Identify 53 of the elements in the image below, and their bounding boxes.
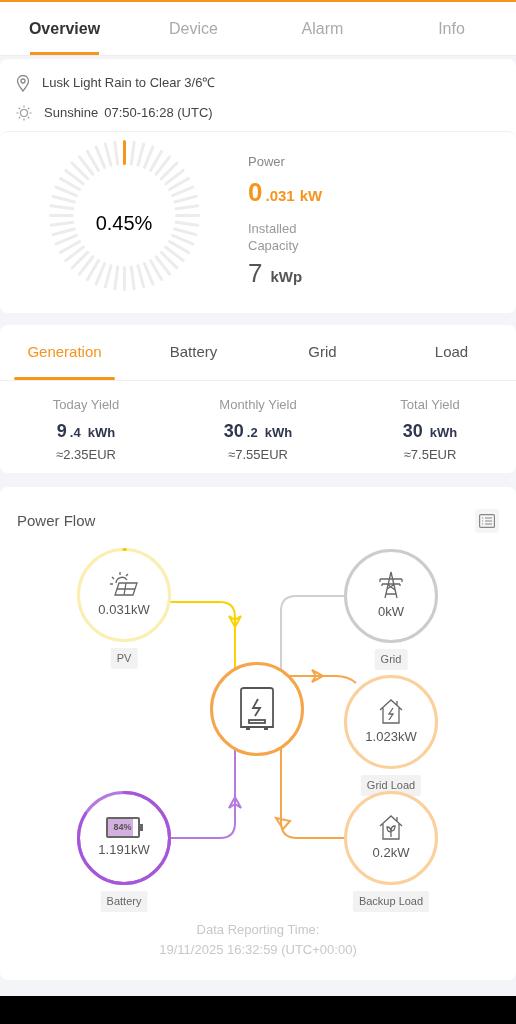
tab[interactable]: Battery xyxy=(129,325,258,380)
yield-value: 9 xyxy=(56,419,67,443)
power-label: Power xyxy=(248,152,286,171)
node-label: Backup Load xyxy=(352,891,430,912)
sunshine-label: Sunshine xyxy=(44,104,99,123)
yield-value: 30 xyxy=(402,419,423,443)
yield-unit: kWh xyxy=(87,423,116,442)
capacity-label: Installed Capacity xyxy=(248,220,300,255)
location-pin-icon xyxy=(16,74,30,92)
yield-value: 30 xyxy=(223,419,244,443)
sun-solar-panel-icon xyxy=(108,570,140,599)
power-unit: kW xyxy=(299,186,323,207)
house-bolt-icon xyxy=(377,697,405,726)
power-reading: 0kW xyxy=(378,603,404,622)
power-reading: 1.191kW xyxy=(98,840,150,859)
weather-text: Lusk Light Rain to Clear 3/6℃ xyxy=(42,74,216,93)
yield-decimal: .2 xyxy=(246,423,258,442)
tab[interactable]: Load xyxy=(387,325,516,380)
tab[interactable]: Overview xyxy=(0,2,129,55)
power-pylon-icon xyxy=(376,570,406,601)
power-reading: 0.2kW xyxy=(372,844,410,863)
yield-label: Monthly Yield xyxy=(219,396,297,414)
power-value: 0 xyxy=(248,176,263,210)
yield-decimal: .4 xyxy=(69,423,81,442)
yield-money: ≈7.5EUR xyxy=(403,445,457,464)
tab[interactable]: Grid xyxy=(258,325,387,380)
sunshine-time: 07:50-16:28 (UTC) xyxy=(104,104,213,123)
yield-unit: kWh xyxy=(264,423,293,442)
list-view-button[interactable] xyxy=(475,509,499,533)
flow-node[interactable]: 1.023kW xyxy=(344,675,438,769)
node-label: Grid Load xyxy=(360,775,422,796)
node-label: Battery xyxy=(100,891,148,912)
gauge-reading: 0.45% xyxy=(95,210,153,236)
yield-unit: kWh xyxy=(429,423,458,442)
capacity-unit: kWp xyxy=(270,267,303,288)
power-decimal: .031 xyxy=(265,186,295,207)
house-leaf-icon xyxy=(377,813,405,842)
battery-percent: 84% xyxy=(113,821,132,833)
node-label: PV xyxy=(110,648,138,669)
yield-money: ≈2.35EUR xyxy=(56,445,116,464)
yield-label: Today Yield xyxy=(52,396,120,414)
section-title: Power Flow xyxy=(17,510,96,531)
inverter-icon xyxy=(238,686,276,732)
yield-money: ≈7.55EUR xyxy=(228,445,288,464)
capacity-value: 7 xyxy=(248,257,263,291)
power-reading: 0.031kW xyxy=(98,601,150,620)
yield-label: Total Yield xyxy=(400,396,460,414)
flow-node[interactable]: 0.2kW xyxy=(344,791,438,885)
flow-node[interactable]: 0kW xyxy=(344,549,438,643)
sun-icon xyxy=(16,105,32,121)
node-label: Grid xyxy=(374,649,408,670)
list-icon xyxy=(479,514,495,528)
power-reading: 1.023kW xyxy=(365,728,417,747)
